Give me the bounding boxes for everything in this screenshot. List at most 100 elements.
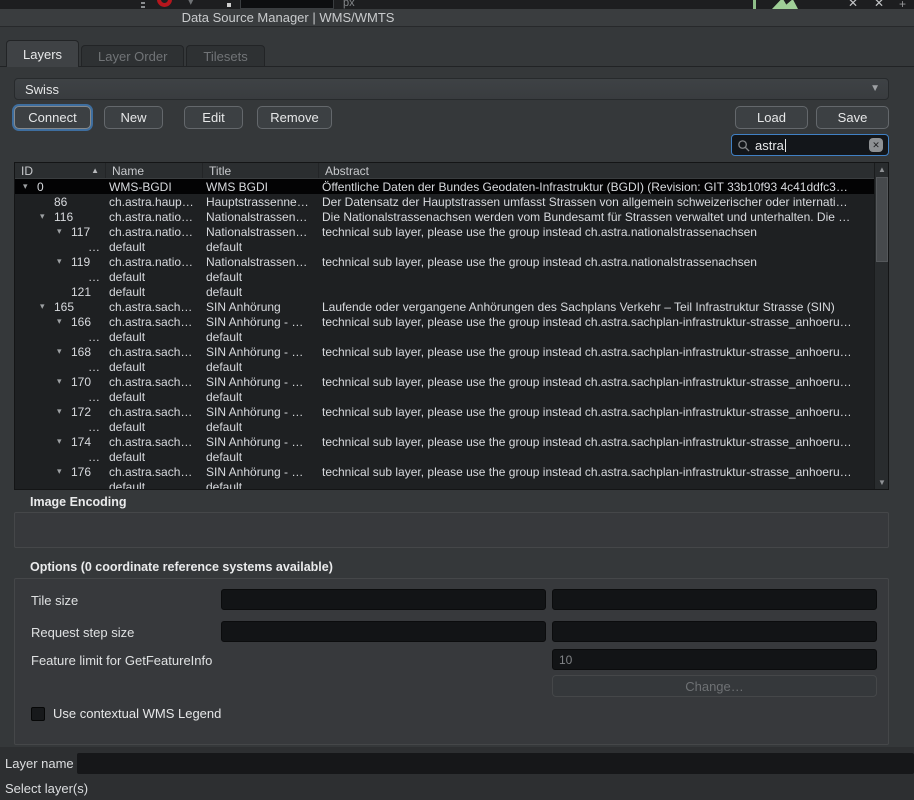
table-row[interactable]: ▾117ch.astra.natio…Nationalstrassen…tech… — [15, 224, 875, 239]
row-name: default — [105, 285, 202, 299]
row-title: SIN Anhörung - … — [202, 375, 318, 389]
load-button[interactable]: Load — [735, 106, 808, 129]
plus-icon: + — [899, 0, 906, 9]
row-name: WMS-BGDI — [105, 180, 202, 194]
table-row[interactable]: ▾116 ch.astra.natio…Nationalstrassen…Die … — [15, 209, 875, 224]
expander-icon[interactable]: ▾ — [57, 376, 71, 387]
row-name: default — [105, 390, 202, 404]
image-encoding-label: Image Encoding — [30, 495, 127, 509]
remove-button[interactable]: Remove — [257, 106, 332, 129]
font-size-combo[interactable]: 12 ▾ — [240, 0, 334, 9]
row-id: 116 — [54, 210, 73, 224]
table-row[interactable]: ▾174ch.astra.sach…SIN Anhörung - …techni… — [15, 434, 875, 449]
table-row[interactable]: …defaultdefault — [15, 269, 875, 284]
tile-width-input[interactable] — [221, 589, 546, 610]
search-input[interactable]: astra ✕ — [731, 134, 889, 156]
feature-limit-label: Feature limit for GetFeatureInfo — [31, 653, 212, 668]
connect-button[interactable]: Connect — [14, 106, 91, 129]
vertical-scrollbar[interactable]: ▲ ▼ — [874, 163, 888, 489]
expander-icon[interactable]: ▾ — [40, 301, 54, 312]
table-row[interactable]: …defaultdefault — [15, 449, 875, 464]
feature-limit-input[interactable] — [552, 649, 877, 670]
save-button[interactable]: Save — [816, 106, 889, 129]
tab-layer-order[interactable]: Layer Order — [81, 45, 184, 67]
header-abstract[interactable]: Abstract — [318, 163, 888, 178]
row-title: Nationalstrassen… — [202, 210, 318, 224]
row-name: default — [105, 360, 202, 374]
row-name: ch.astra.sach… — [105, 315, 202, 329]
table-header: ID ▲ Name Title Abstract — [15, 163, 888, 179]
expander-icon[interactable]: ▾ — [57, 436, 71, 447]
table-row[interactable]: ▾119ch.astra.natio…Nationalstrassen…tech… — [15, 254, 875, 269]
expander-icon[interactable]: ▾ — [57, 406, 71, 417]
table-row[interactable]: …defaultdefault — [15, 479, 875, 490]
scrollbar-thumb[interactable] — [876, 177, 888, 262]
unit-label: px — [343, 0, 355, 9]
scroll-up-icon[interactable]: ▲ — [875, 163, 889, 176]
tab-divider — [0, 66, 914, 67]
dialog-titlebar: Data Source Manager | WMS/WMTS — [0, 9, 914, 27]
row-id: 165 — [54, 300, 74, 314]
row-name: default — [105, 240, 202, 254]
row-name: ch.astra.sach… — [105, 345, 202, 359]
table-row[interactable]: 86ch.astra.haup…Hauptstrassenne…Der Date… — [15, 194, 875, 209]
header-id[interactable]: ID ▲ — [15, 163, 105, 178]
scroll-down-icon[interactable]: ▼ — [875, 476, 889, 489]
expander-icon[interactable]: ▾ — [57, 346, 71, 357]
row-title: default — [202, 270, 318, 284]
table-row[interactable]: ▾170ch.astra.sach…SIN Anhörung - …techni… — [15, 374, 875, 389]
contextual-legend-checkbox[interactable] — [31, 707, 45, 721]
table-row[interactable]: ▾166ch.astra.sach…SIN Anhörung - …techni… — [15, 314, 875, 329]
row-abstract: technical sub layer, please use the grou… — [318, 345, 875, 359]
connection-select[interactable]: Swiss ▼ — [14, 78, 889, 100]
table-row[interactable]: ▾176ch.astra.sach…SIN Anhörung - …techni… — [15, 464, 875, 479]
tab-layers[interactable]: Layers — [6, 40, 79, 67]
row-title: SIN Anhörung - … — [202, 465, 318, 479]
data-source-manager-window: ▾ 12 ▾ px ✕ ✕ + Data Source Manager | WM… — [0, 0, 914, 800]
row-id: 168 — [71, 345, 91, 359]
expander-icon[interactable]: ▾ — [40, 211, 54, 222]
table-row[interactable]: ▾165ch.astra.sach…SIN AnhörungLaufende o… — [15, 299, 875, 314]
expander-icon[interactable]: ▾ — [57, 256, 71, 267]
contextual-legend-row: Use contextual WMS Legend — [31, 706, 221, 721]
request-step-height-input[interactable] — [552, 621, 877, 642]
edit-button[interactable]: Edit — [184, 106, 243, 129]
request-step-width-input[interactable] — [221, 621, 546, 642]
expander-icon[interactable]: ▾ — [57, 316, 71, 327]
dropdown-arrow-icon: ▾ — [188, 0, 194, 8]
layer-name-input[interactable] — [77, 753, 914, 774]
tab-tilesets[interactable]: Tilesets — [186, 45, 264, 67]
row-abstract: technical sub layer, please use the grou… — [318, 255, 875, 269]
table-row[interactable]: 121defaultdefault — [15, 284, 875, 299]
header-title[interactable]: Title — [202, 163, 318, 178]
row-id: 170 — [71, 375, 91, 389]
tile-height-input[interactable] — [552, 589, 877, 610]
table-row[interactable]: …defaultdefault — [15, 359, 875, 374]
new-button[interactable]: New — [104, 106, 163, 129]
expander-icon[interactable]: ▾ — [23, 181, 37, 192]
row-name: ch.astra.natio… — [105, 255, 202, 269]
header-name[interactable]: Name — [105, 163, 202, 178]
clear-search-icon[interactable]: ✕ — [869, 138, 883, 152]
table-row[interactable]: …defaultdefault — [15, 239, 875, 254]
row-title: Nationalstrassen… — [202, 225, 318, 239]
row-title: SIN Anhörung - … — [202, 315, 318, 329]
table-row[interactable]: ▾168ch.astra.sach…SIN Anhörung - …techni… — [15, 344, 875, 359]
row-name: default — [105, 450, 202, 464]
layers-table: ID ▲ Name Title Abstract ▾0WMS-BGDIWMS B… — [14, 162, 889, 490]
row-id: 0 — [37, 180, 44, 194]
row-id: … — [88, 390, 100, 404]
row-title: Nationalstrassen… — [202, 255, 318, 269]
row-id: 121 — [71, 285, 91, 299]
table-row[interactable]: …defaultdefault — [15, 329, 875, 344]
table-row[interactable]: ▾0WMS-BGDIWMS BGDIÖffentliche Daten der … — [15, 179, 875, 194]
row-name: ch.astra.natio… — [105, 210, 202, 224]
change-crs-button[interactable]: Change… — [552, 675, 877, 697]
table-row[interactable]: …defaultdefault — [15, 419, 875, 434]
row-name: ch.astra.sach… — [105, 465, 202, 479]
expander-icon[interactable]: ▾ — [57, 466, 71, 477]
table-row[interactable]: ▾172ch.astra.sach…SIN Anhörung - …techni… — [15, 404, 875, 419]
table-row[interactable]: …defaultdefault — [15, 389, 875, 404]
expander-icon[interactable]: ▾ — [57, 226, 71, 237]
row-abstract: Die Nationalstrassenachsen werden vom Bu… — [318, 210, 875, 224]
